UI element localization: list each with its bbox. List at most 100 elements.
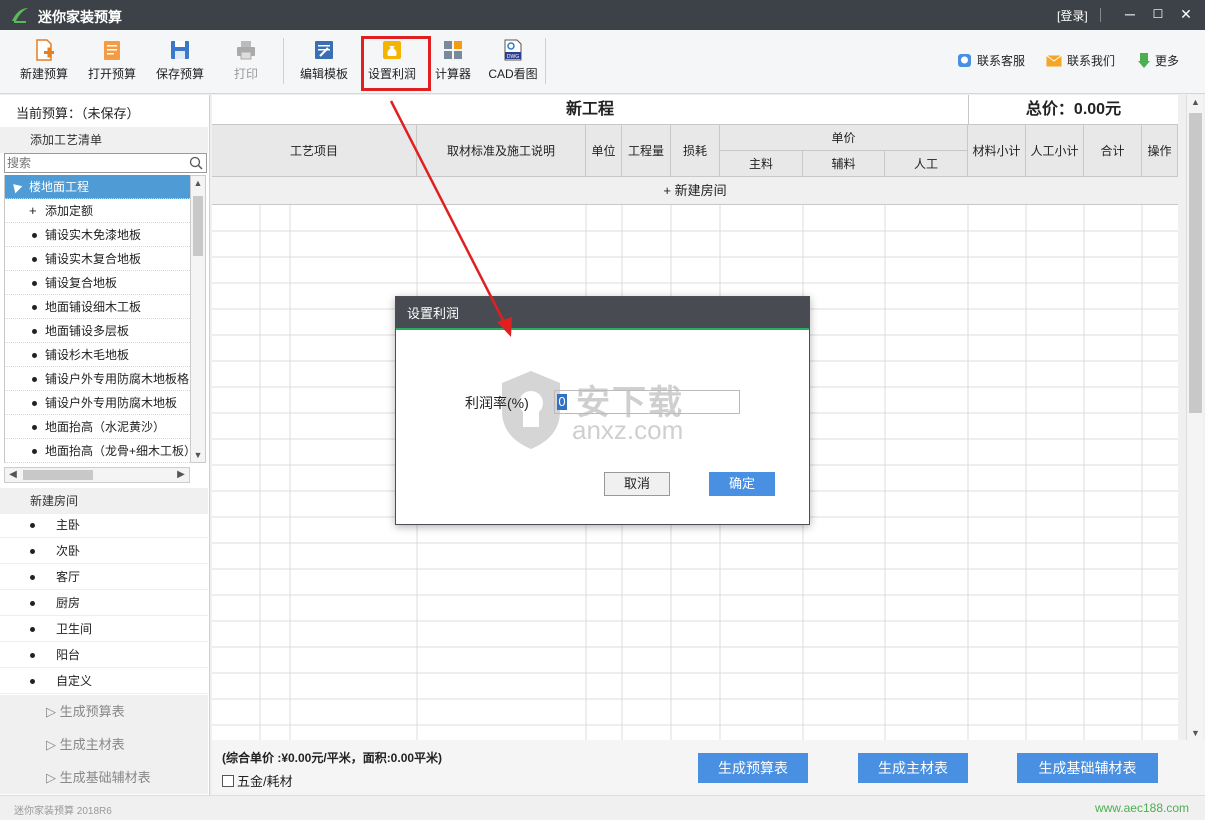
cancel-button[interactable]: 取消 xyxy=(604,472,670,496)
close-button[interactable]: ✕ xyxy=(1174,3,1198,27)
tree-item[interactable]: 铺设实木复合地板 xyxy=(5,247,190,271)
more-link[interactable]: 更多 xyxy=(1138,52,1179,69)
printer-icon xyxy=(237,41,255,60)
room-item-kitchen[interactable]: 厨房 xyxy=(0,590,208,616)
room-item-second-bedroom[interactable]: 次卧 xyxy=(0,538,208,564)
tree-item[interactable]: 地面抬高（水泥黄沙） xyxy=(5,415,190,439)
tree-horizontal-scrollbar[interactable]: ◀ ▶ xyxy=(4,467,190,483)
header-unit: 单位 xyxy=(586,125,622,177)
scrollbar-thumb[interactable] xyxy=(193,196,203,256)
new-room-header[interactable]: 新建房间 xyxy=(0,488,208,514)
scroll-down-icon[interactable]: ▼ xyxy=(1187,726,1204,740)
tree-item-floor-works[interactable]: 楼地面工程 xyxy=(5,175,190,199)
room-item-bathroom[interactable]: 卫生间 xyxy=(0,616,208,642)
header-material-subtotal: 材料小计 xyxy=(968,125,1026,177)
open-budget-button[interactable]: 打开预算 xyxy=(82,34,142,90)
link-label: 生成预算表 xyxy=(59,704,125,719)
edit-template-button[interactable]: 编辑模板 xyxy=(295,34,353,90)
tree-vertical-scrollbar[interactable]: ▲ ▼ xyxy=(190,175,206,463)
cad-view-button[interactable]: DWG CAD看图 xyxy=(484,34,542,90)
header-standard: 取材标准及施工说明 xyxy=(417,125,586,177)
room-item-master-bedroom[interactable]: 主卧 xyxy=(0,512,208,538)
scroll-down-icon[interactable]: ▼ xyxy=(191,448,205,462)
status-bar: 迷你家装预算 2018R6 www.aec188.com xyxy=(0,795,1205,820)
current-budget-value: （未保存） xyxy=(81,106,140,121)
hardware-checkbox[interactable]: 五金/耗材 xyxy=(222,771,293,790)
tree-item-label: 地面铺设细木工板 xyxy=(45,300,142,314)
tree-item[interactable]: 铺设杉木毛地板 xyxy=(5,343,190,367)
more-arrow-icon xyxy=(1138,53,1150,68)
search-box[interactable] xyxy=(4,153,207,173)
caret-right-icon: ▷ xyxy=(46,737,60,752)
tree-item-label: 铺设复合地板 xyxy=(45,276,118,290)
search-icon[interactable] xyxy=(189,156,203,170)
total-value: 0.00元 xyxy=(1073,101,1122,118)
generate-main-material-button[interactable]: 生成主材表 xyxy=(858,753,968,783)
contact-service-link[interactable]: 联系客服 xyxy=(957,52,1025,69)
login-link[interactable]: [登录] xyxy=(1057,7,1088,24)
highlight-annotation-box xyxy=(361,36,431,91)
expand-triangle-icon[interactable] xyxy=(9,180,23,194)
tree-item[interactable]: 铺设户外专用防腐木地板格 xyxy=(5,367,190,391)
profit-rate-input[interactable]: 0 xyxy=(554,390,740,414)
generate-links: ▷ 生成预算表 ▷ 生成主材表 ▷ 生成基础辅材表 xyxy=(0,695,208,794)
scroll-up-icon[interactable]: ▲ xyxy=(1187,95,1204,109)
room-item-custom[interactable]: 自定义 xyxy=(0,668,208,694)
header-operation: 操作 xyxy=(1142,125,1178,177)
calculator-button[interactable]: 计算器 xyxy=(428,34,478,90)
room-label: 阳台 xyxy=(56,648,81,662)
print-button[interactable]: 打印 xyxy=(222,34,270,90)
tree-item[interactable]: 地面铺设多层板 xyxy=(5,319,190,343)
tree-item[interactable]: 地面抬高（龙骨+细木工板） xyxy=(5,439,190,463)
window-title: 迷你家装预算 xyxy=(38,9,122,25)
scrollbar-thumb[interactable] xyxy=(1189,113,1202,413)
ok-button[interactable]: 确定 xyxy=(709,472,775,496)
header-main-material: 主料 xyxy=(720,151,803,177)
generate-aux-material-link[interactable]: ▷ 生成基础辅材表 xyxy=(0,761,208,794)
scrollbar-thumb[interactable] xyxy=(23,470,93,480)
search-input[interactable] xyxy=(7,155,187,171)
table-vertical-scrollbar[interactable]: ▲ ▼ xyxy=(1186,95,1203,740)
checkbox-icon[interactable] xyxy=(222,774,234,787)
toolbar: 新建预算 打开预算 保存预算 打印 编辑模板 设置利润 计算器 DWG CAD看… xyxy=(0,30,1205,94)
bullet-icon xyxy=(30,523,35,528)
minimize-button[interactable]: ─ xyxy=(1118,3,1142,27)
maximize-button[interactable]: ☐ xyxy=(1146,3,1170,27)
scroll-left-icon[interactable]: ◀ xyxy=(5,468,21,482)
generate-budget-button[interactable]: 生成预算表 xyxy=(698,753,808,783)
title-bar: 迷你家装预算 [登录] ─ ☐ ✕ xyxy=(0,0,1205,30)
new-budget-button[interactable]: 新建预算 xyxy=(14,34,74,90)
save-budget-button[interactable]: 保存预算 xyxy=(150,34,210,90)
bullet-icon xyxy=(32,377,37,382)
total-price: 总价：0.00元 xyxy=(968,95,1178,125)
new-room-row[interactable]: + 新建房间 xyxy=(212,177,1178,205)
tree-item-label: 楼地面工程 xyxy=(29,180,90,194)
room-item-balcony[interactable]: 阳台 xyxy=(0,642,208,668)
generate-main-material-link[interactable]: ▷ 生成主材表 xyxy=(0,728,208,761)
dialog-title: 设置利润 xyxy=(396,297,809,330)
tree-item[interactable]: 铺设实木免漆地板 xyxy=(5,223,190,247)
generate-budget-link[interactable]: ▷ 生成预算表 xyxy=(0,695,208,728)
tree-item[interactable]: 地面铺设细木工板 xyxy=(5,295,190,319)
project-title: 新工程 xyxy=(212,95,968,125)
bottom-bar: (综合单价 :¥0.00元/平米，面积:0.00平米) 五金/耗材 生成预算表 … xyxy=(212,740,1205,795)
save-icon xyxy=(171,41,189,59)
bullet-icon xyxy=(30,653,35,658)
website-url[interactable]: www.aec188.com xyxy=(1095,801,1189,815)
room-label: 主卧 xyxy=(56,518,81,532)
scroll-right-icon[interactable]: ▶ xyxy=(173,468,189,482)
tree-item-label: 铺设户外专用防腐木地板格 xyxy=(45,372,190,386)
tree-item[interactable]: 铺设复合地板 xyxy=(5,271,190,295)
left-panel: 当前预算：（未保存） 添加工艺清单 楼地面工程 + 添加定额 铺设实木免漆地板 … xyxy=(0,95,210,795)
header-unit-price: 单价 xyxy=(720,125,968,151)
room-item-living-room[interactable]: 客厅 xyxy=(0,564,208,590)
tree-item-add-quota[interactable]: + 添加定额 xyxy=(5,199,190,223)
scroll-up-icon[interactable]: ▲ xyxy=(191,176,205,190)
tree-item[interactable]: 铺设户外专用防腐木地板 xyxy=(5,391,190,415)
tree-item-label: 地面铺设多层板 xyxy=(45,324,130,338)
bullet-icon xyxy=(32,449,37,454)
profit-rate-value[interactable]: 0 xyxy=(557,394,567,410)
contact-us-link[interactable]: 联系我们 xyxy=(1046,52,1115,69)
generate-aux-material-button[interactable]: 生成基础辅材表 xyxy=(1017,753,1158,783)
link-label: 生成基础辅材表 xyxy=(59,770,151,785)
